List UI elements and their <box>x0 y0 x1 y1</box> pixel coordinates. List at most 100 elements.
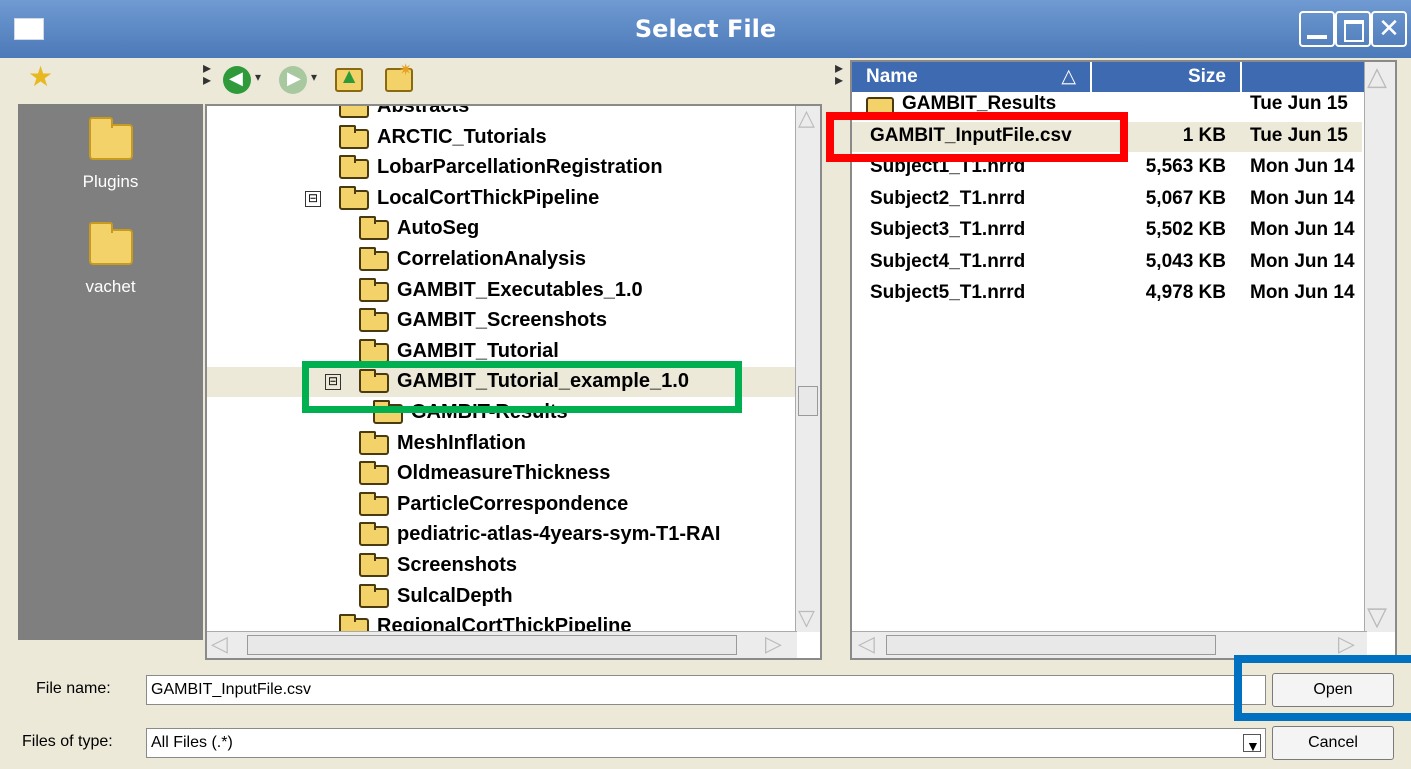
place-item-vachet[interactable]: vachet <box>18 222 203 297</box>
file-list[interactable]: Name △ Size GAMBIT_Results Tue Jun 15 GAMB… <box>850 60 1397 660</box>
scroll-left-icon[interactable]: ◁ <box>211 632 228 657</box>
file-row[interactable]: Subject2_T1.nrrd 5,067 KB Mon Jun 14 <box>852 185 1362 215</box>
tree-row[interactable]: Abstracts <box>207 106 797 122</box>
column-header-modified[interactable] <box>1242 62 1367 92</box>
tree-row[interactable]: OldmeasureThickness <box>207 459 797 489</box>
back-icon[interactable]: ◀ <box>223 66 251 94</box>
tree-row-label: GAMBIT-Results <box>411 401 568 423</box>
file-size-cell: 5,067 KB <box>1145 187 1226 209</box>
collapse-icon[interactable]: ⊟ <box>325 374 341 391</box>
scroll-up-icon[interactable]: △ <box>796 106 820 132</box>
forward-icon[interactable]: ▶ <box>279 66 307 94</box>
tree-row[interactable]: ⊟ GAMBIT_Tutorial_example_1.0 <box>207 367 797 398</box>
file-row[interactable]: GAMBIT_Results Tue Jun 15 <box>852 90 1362 120</box>
up-folder-icon[interactable]: ▲ <box>335 66 363 92</box>
scroll-up-icon[interactable]: △ <box>1367 62 1387 92</box>
file-row[interactable]: Subject3_T1.nrrd 5,502 KB Mon Jun 14 <box>852 216 1362 246</box>
minimize-icon <box>1307 35 1327 39</box>
open-button[interactable]: Open <box>1272 673 1394 707</box>
tree-row-label: ParticleCorrespondence <box>397 492 629 515</box>
folder-icon <box>359 553 389 577</box>
scroll-left-icon[interactable]: ◁ <box>858 632 875 657</box>
folder-icon <box>373 400 403 424</box>
close-icon: ✕ <box>1378 14 1400 44</box>
file-name-cell: GAMBIT_InputFile.csv <box>870 124 1072 146</box>
file-name-input[interactable]: GAMBIT_InputFile.csv <box>146 675 1266 705</box>
tree-row[interactable]: SulcalDepth <box>207 582 797 612</box>
maximize-icon <box>1344 20 1364 42</box>
tree-row[interactable]: ⊟ LocalCortThickPipeline <box>207 184 797 214</box>
file-row[interactable]: Subject5_T1.nrrd 4,978 KB Mon Jun 14 <box>852 279 1362 309</box>
file-name-cell: Subject1_T1.nrrd <box>870 156 1026 177</box>
file-name-cell: Subject4_T1.nrrd <box>870 250 1026 272</box>
tree-hscroll-thumb[interactable] <box>247 635 737 655</box>
splitter-handle[interactable]: ▸ ▸ <box>835 60 843 88</box>
tree-row[interactable]: ARCTIC_Tutorials <box>207 123 797 153</box>
place-item-plugins[interactable]: Plugins <box>18 117 203 192</box>
minimize-button[interactable] <box>1299 11 1335 47</box>
column-header-label: Size <box>1187 66 1226 87</box>
tree-row[interactable]: AutoSeg <box>207 214 797 244</box>
column-header-name[interactable]: Name △ <box>852 62 1092 92</box>
files-horizontal-scrollbar[interactable]: ◁ ▷ <box>852 631 1367 658</box>
tree-row[interactable]: ParticleCorrespondence <box>207 490 797 520</box>
folder-icon <box>88 222 133 265</box>
folder-icon <box>359 583 389 608</box>
folder-icon <box>359 491 389 516</box>
folder-icon <box>359 277 389 302</box>
tree-row[interactable]: GAMBIT_Executables_1.0 <box>207 276 797 306</box>
file-modified-cell: Mon Jun 14 <box>1250 156 1355 177</box>
file-size-cell: 1 KB <box>1182 124 1226 146</box>
tree-row-label: Abstracts <box>377 106 470 117</box>
folder-icon <box>359 308 389 333</box>
file-row[interactable]: Subject1_T1.nrrd 5,563 KB Mon Jun 14 <box>852 153 1362 183</box>
close-button[interactable]: ✕ <box>1371 11 1407 47</box>
tree-row[interactable]: GAMBIT-Results <box>207 398 797 428</box>
file-row[interactable]: GAMBIT_InputFile.csv 1 KB Tue Jun 15 <box>852 121 1362 152</box>
bookmark-star-icon[interactable]: ★ <box>28 62 53 92</box>
tree-row-label: LocalCortThickPipeline <box>377 186 600 209</box>
tree-row[interactable]: GAMBIT_Screenshots <box>207 306 797 336</box>
tree-row[interactable]: pediatric-atlas-4years-sym-T1-RAI <box>207 520 797 550</box>
tree-row[interactable]: RegionalCortThickPipeline <box>207 612 797 632</box>
place-label: Plugins <box>82 172 139 191</box>
scroll-right-icon[interactable]: ▷ <box>765 632 782 657</box>
folder-icon <box>339 106 369 118</box>
new-folder-icon[interactable]: ✷ <box>385 60 413 92</box>
tree-row[interactable]: GAMBIT_Tutorial <box>207 337 797 367</box>
folder-icon <box>339 185 369 210</box>
tree-horizontal-scrollbar[interactable]: ◁ ▷ <box>207 631 797 658</box>
cancel-button[interactable]: Cancel <box>1272 726 1394 760</box>
sort-ascending-icon: △ <box>1061 66 1076 87</box>
folder-icon <box>339 614 369 632</box>
file-row[interactable]: Subject4_T1.nrrd 5,043 KB Mon Jun 14 <box>852 248 1362 278</box>
collapse-icon[interactable]: ⊟ <box>305 190 321 207</box>
file-modified-cell: Mon Jun 14 <box>1250 187 1355 209</box>
tree-row-label: GAMBIT_Tutorial <box>397 339 559 362</box>
tree-vscroll-thumb[interactable] <box>798 386 818 416</box>
tree-row[interactable]: MeshInflation <box>207 429 797 459</box>
files-vertical-scrollbar[interactable]: △ ▽ <box>1364 62 1395 632</box>
window-title: Select File <box>634 15 777 43</box>
column-header-size[interactable]: Size <box>1092 62 1242 92</box>
scroll-right-icon[interactable]: ▷ <box>1338 632 1355 657</box>
tree-row[interactable]: Screenshots <box>207 551 797 581</box>
scroll-down-icon[interactable]: ▽ <box>796 606 820 632</box>
tree-row-label: GAMBIT_Screenshots <box>397 309 608 332</box>
select-file-dialog: Select File ✕ ★ Plugins vachet ▸ ▸ ▸ ▸ ◀ ▾… <box>0 0 1411 769</box>
tree-vertical-scrollbar[interactable]: △ ▽ <box>795 106 820 632</box>
scroll-down-icon[interactable]: ▽ <box>1367 602 1387 632</box>
title-bar[interactable]: Select File ✕ <box>0 0 1411 58</box>
dropdown-arrow-icon[interactable]: ▼ <box>1243 734 1261 754</box>
tree-row-label: OldmeasureThickness <box>397 462 611 485</box>
tree-row[interactable]: LobarParcellationRegistration <box>207 153 797 183</box>
forward-dropdown-icon[interactable]: ▾ <box>311 70 317 84</box>
folder-icon <box>359 369 389 394</box>
maximize-button[interactable] <box>1335 11 1371 47</box>
files-hscroll-thumb[interactable] <box>886 635 1216 655</box>
back-dropdown-icon[interactable]: ▾ <box>255 70 261 84</box>
tree-row[interactable]: CorrelationAnalysis <box>207 245 797 275</box>
folder-tree[interactable]: Abstracts ARCTIC_Tutorials LobarParcellati… <box>205 104 822 660</box>
folder-tree-list[interactable]: Abstracts ARCTIC_Tutorials LobarParcellati… <box>207 106 797 632</box>
file-type-select[interactable]: All Files (.*) ▼ <box>146 728 1266 758</box>
